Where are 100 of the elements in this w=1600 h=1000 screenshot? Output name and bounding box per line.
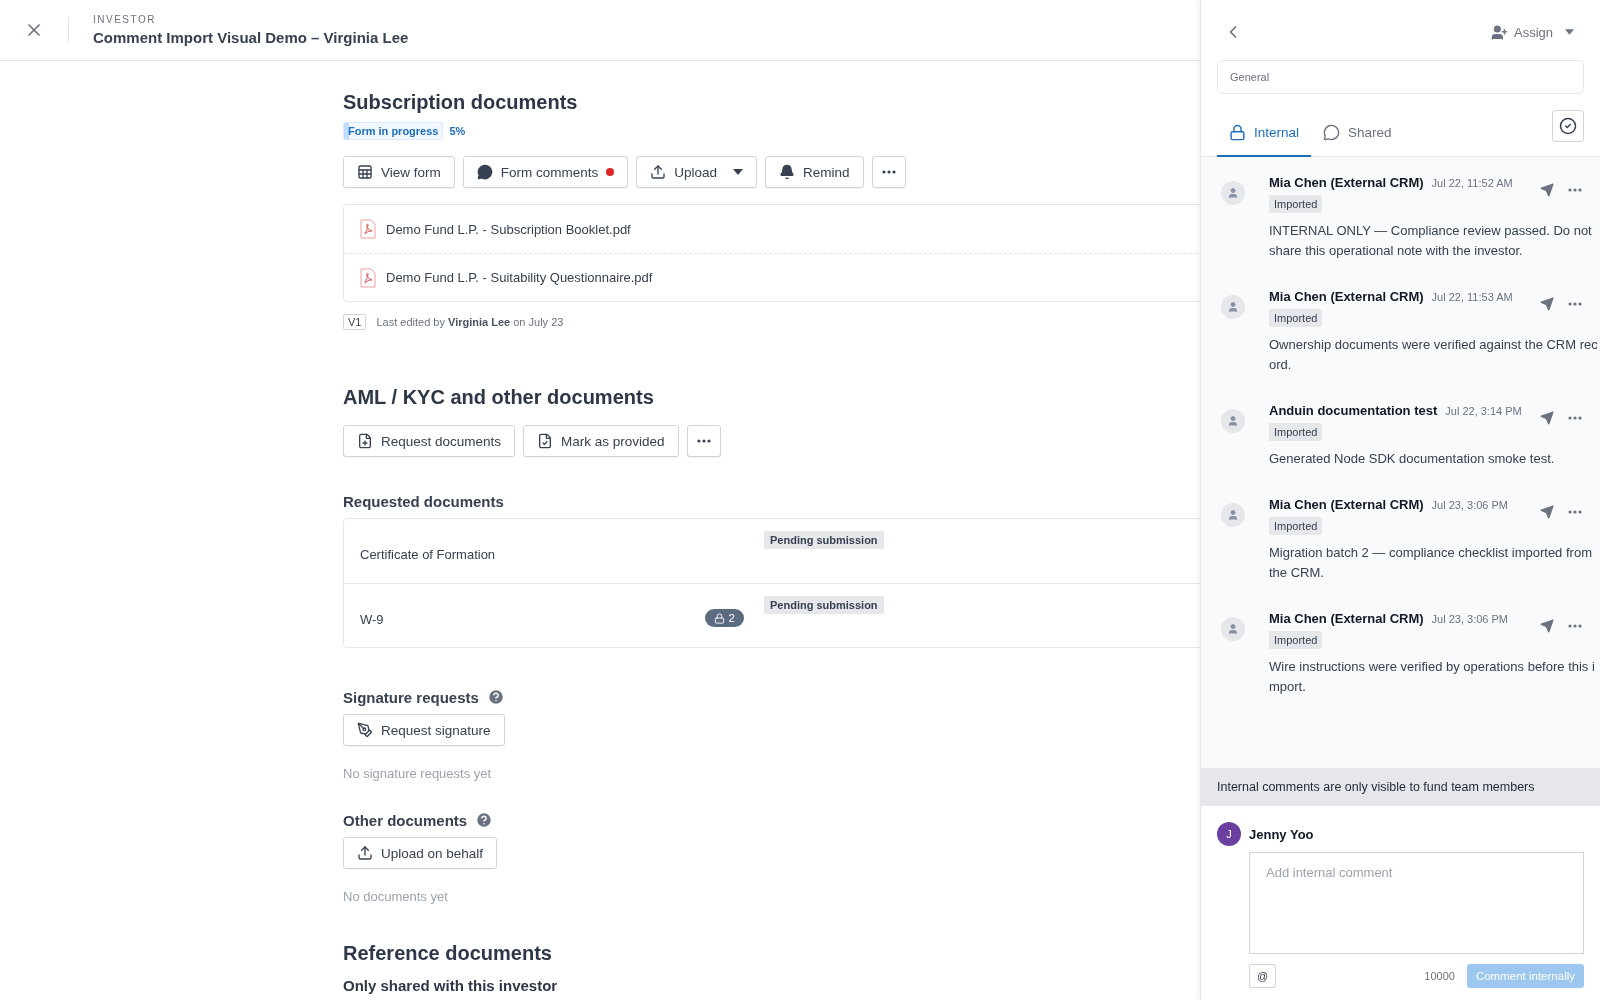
user-icon (1227, 187, 1239, 199)
section-title: Subscription documents (343, 91, 579, 114)
page-eyebrow: INVESTOR (93, 14, 157, 25)
send-icon (1540, 183, 1554, 197)
lock-icon (1229, 123, 1246, 141)
comment-input[interactable]: Add internal comment (1249, 852, 1584, 954)
send-icon (1540, 619, 1554, 633)
file-plus-icon (357, 433, 373, 449)
more-icon (1568, 624, 1582, 628)
send-icon (1540, 411, 1554, 425)
more-button[interactable] (1566, 414, 1584, 422)
action-button[interactable]: Remind (765, 156, 864, 188)
imported-tag: Imported (1269, 195, 1323, 213)
subsection-title: Other documents (343, 811, 468, 829)
more-icon (1568, 510, 1582, 514)
imported-tag: Imported (1269, 423, 1323, 441)
upload-icon (650, 164, 667, 180)
user-avatar: J (1217, 822, 1241, 846)
more-button[interactable] (1566, 186, 1584, 194)
imported-tag: Imported (1269, 517, 1323, 535)
more-icon (881, 170, 896, 174)
more-icon (1568, 188, 1582, 192)
comment-text: Generated Node SDK documentation smoke test. (1269, 450, 1556, 468)
action-button[interactable]: Upload (636, 156, 758, 188)
topic-field[interactable]: General (1217, 60, 1584, 94)
upload-icon (357, 845, 373, 861)
comment-time: Jul 22, 11:53 AM (1431, 291, 1513, 303)
user-icon (1227, 623, 1239, 635)
check-circle-icon (1559, 117, 1577, 135)
character-count: 10000 (1424, 970, 1455, 982)
comment-time: Jul 23, 3:06 PM (1431, 499, 1508, 511)
notice-bar: Internal comments are only visible to fund team members (1201, 768, 1600, 806)
comment-text: Ownership documents were verified against the CRM record. (1269, 336, 1599, 374)
comment-text: INTERNAL ONLY — Compliance review passed. Do not share this operational note with the investor. (1269, 222, 1593, 260)
comment-text: Wire instructions were verified by operations before this import. (1269, 658, 1596, 696)
more-icon (1568, 416, 1582, 420)
pen-icon (357, 722, 373, 738)
bell-icon (779, 164, 796, 180)
section-title: AML / KYC and other documents (343, 386, 655, 409)
comment-author: Anduin documentation test (1269, 403, 1438, 418)
status-badge: Pending submission (764, 531, 884, 549)
help-icon (486, 688, 505, 706)
lock-icon (713, 612, 725, 624)
send-button[interactable] (1538, 181, 1556, 199)
file-link[interactable]: Demo Fund L.P. - Subscription Booklet.pdf (386, 221, 631, 237)
action-button[interactable]: Form comments (462, 156, 629, 188)
comment-author: Mia Chen (External CRM) (1269, 175, 1424, 190)
action-button[interactable]: View form (343, 156, 455, 188)
comment-author: Mia Chen (External CRM) (1269, 497, 1424, 512)
help-icon (475, 811, 494, 829)
user-name: Jenny Yoo (1249, 826, 1315, 842)
send-button[interactable] (1538, 409, 1556, 427)
page-title: Comment Import Visual Demo – Virginia Lee (93, 29, 409, 46)
resolve-button[interactable] (1552, 110, 1584, 142)
user-icon (1227, 301, 1239, 313)
empty-text: No documents yet (343, 889, 449, 904)
tab[interactable]: Shared (1311, 109, 1404, 157)
status-badge: Form in progress (343, 122, 444, 140)
document-name: W-9 (360, 612, 385, 627)
user-plus-icon (1490, 23, 1508, 41)
form-icon (357, 164, 373, 180)
comment-text: Migration batch 2 — compliance checklist imported from the CRM. (1269, 544, 1593, 582)
comment-author: Mia Chen (External CRM) (1269, 611, 1424, 626)
comment-count[interactable]: 2 (704, 609, 744, 627)
mention-button[interactable]: @ (1249, 964, 1276, 988)
comment-author: Mia Chen (External CRM) (1269, 289, 1424, 304)
comment-time: Jul 22, 3:14 PM (1445, 405, 1522, 417)
pdf-icon (360, 219, 376, 239)
last-edited-text: Last edited by Virginia Lee on July 23 (376, 316, 564, 328)
subsection-title: Requested documents (343, 493, 505, 510)
more-icon (1568, 302, 1582, 306)
action-button[interactable]: Mark as provided (523, 425, 679, 457)
send-button[interactable] (1538, 503, 1556, 521)
document-name: Certificate of Formation (360, 547, 497, 562)
send-icon (1540, 505, 1554, 519)
status-badge: Pending submission (764, 596, 884, 614)
more-icon (696, 439, 711, 443)
comment-icon (1323, 123, 1341, 141)
comment-time: Jul 22, 11:52 AM (1431, 177, 1513, 189)
version-tag: V1 (343, 314, 367, 330)
pdf-icon (360, 267, 376, 288)
send-button[interactable] (1538, 617, 1556, 635)
comment-time: Jul 23, 3:06 PM (1431, 613, 1508, 625)
file-link[interactable]: Demo Fund L.P. - Suitability Questionnaire.pdf (386, 270, 653, 285)
subsection-title: Only shared with this investor (343, 977, 559, 994)
more-button[interactable] (1566, 300, 1584, 308)
request-signature-button[interactable]: Request signature (343, 714, 505, 746)
upload-button[interactable]: Upload on behalf (343, 837, 498, 869)
more-button[interactable] (1566, 508, 1584, 516)
file-check-icon (537, 433, 554, 449)
send-button[interactable] (1538, 295, 1556, 313)
more-button[interactable] (1566, 622, 1584, 630)
empty-text: No signature requests yet (343, 766, 493, 781)
progress-percent: 5% (449, 125, 466, 137)
section-title: Reference documents (343, 942, 553, 965)
send-icon (1540, 297, 1554, 311)
action-button[interactable]: Request documents (343, 425, 516, 457)
assign-button[interactable]: Assign (1484, 22, 1580, 42)
imported-tag: Imported (1269, 309, 1323, 327)
comment-icon (476, 164, 493, 180)
